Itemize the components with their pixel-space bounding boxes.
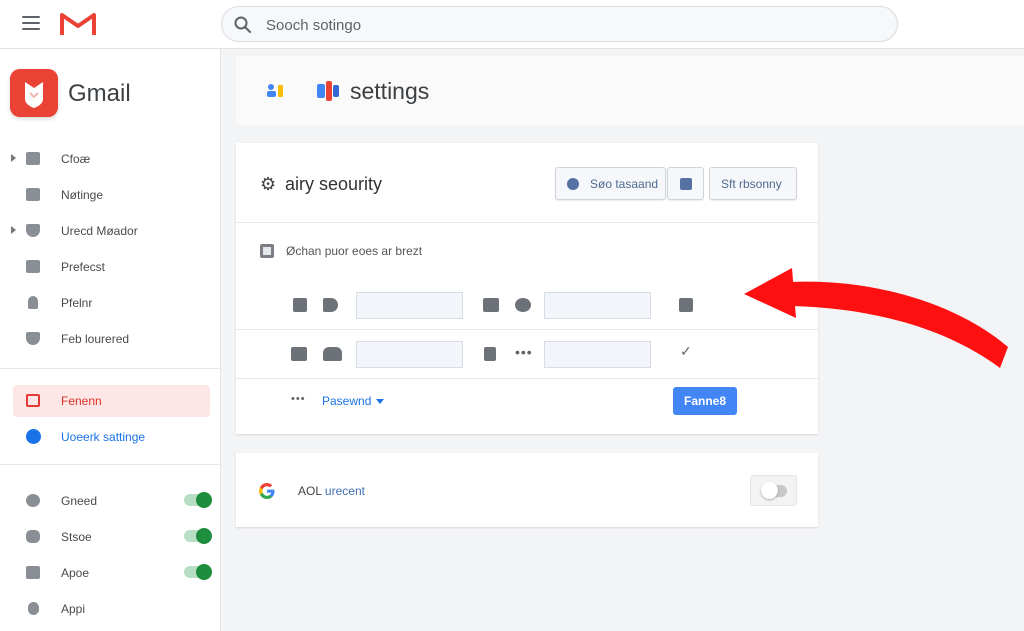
security-card: ⚙ airy seourity Søo tasaand Sft rbsonny …: [236, 143, 818, 434]
option-checkbox[interactable]: [260, 244, 274, 258]
account-label: AOL urecent: [298, 484, 365, 498]
storage-icon: [26, 530, 40, 543]
sidebar-toggle-row-1: Gneed: [0, 484, 221, 518]
annotation-arrow: [744, 268, 1008, 368]
inbox-icon: [26, 152, 40, 165]
security-options-button[interactable]: Sft rbsonny: [709, 167, 797, 200]
gear-icon: ⚙: [260, 174, 277, 194]
sidebar-item-4[interactable]: Prefecst: [0, 250, 221, 284]
sidebar-item-label: Stsoe: [61, 530, 92, 544]
expand-caret-icon[interactable]: [11, 226, 16, 234]
lock-icon: [484, 347, 496, 361]
brand-name: Gmail: [68, 80, 131, 107]
search-bar[interactable]: [221, 6, 898, 42]
sidebar-toggle-row-3: Apoe: [0, 556, 221, 590]
card-divider: [236, 378, 818, 379]
toggle-switch[interactable]: [184, 528, 212, 544]
settings-app-icon: [317, 81, 339, 101]
settings-icon: [567, 178, 579, 190]
sidebar-item-label: Fenenn: [61, 394, 102, 408]
sidebar-item-label: Appi: [61, 602, 86, 616]
section-title: airy seourity: [285, 174, 383, 194]
sidebar-item-label: Gneed: [61, 494, 98, 508]
more-icon[interactable]: •••: [515, 344, 533, 360]
button-label: Søo tasaand: [590, 177, 659, 191]
security-action-button[interactable]: Søo tasaand: [555, 167, 666, 200]
sidebar-item-2[interactable]: Nøtinge: [0, 178, 221, 212]
sidebar-toggle-row-2: Stsoe: [0, 520, 221, 554]
password-dropdown[interactable]: Pasewnd: [322, 394, 385, 408]
settings-icon: [26, 494, 40, 507]
key-icon: [680, 178, 692, 190]
input-field-3[interactable]: [356, 341, 463, 368]
expand-caret-icon[interactable]: [11, 154, 16, 162]
sidebar-item-6[interactable]: Feb lourered: [0, 322, 221, 356]
search-icon[interactable]: [234, 16, 252, 34]
sidebar-item-5[interactable]: Pfelnr: [0, 286, 221, 320]
google-icon: [26, 429, 41, 444]
sidebar-divider: [0, 368, 221, 369]
shield-icon: [26, 224, 40, 237]
security-icon: [26, 394, 40, 407]
key-button[interactable]: [667, 167, 704, 200]
sidebar-item-label: Pfelnr: [61, 296, 93, 310]
option-label: Øchan puor eoes ar brezt: [286, 244, 423, 258]
mail-icon: [26, 188, 40, 201]
card-divider: [236, 222, 818, 223]
chevron-down-icon: [376, 399, 385, 405]
card-divider: [236, 329, 818, 330]
sidebar-link-settings[interactable]: Uoeerk sattinge: [0, 420, 221, 454]
speaker-icon: [323, 298, 338, 312]
gmail-app-icon: [10, 69, 58, 117]
sidebar-item-1[interactable]: Cfoæ: [0, 142, 221, 176]
bug-icon: [515, 298, 531, 312]
sidebar-divider: [0, 464, 221, 465]
account-label-text: urecent: [324, 484, 365, 498]
account-label-prefix: AOL: [298, 484, 322, 498]
input-field-2[interactable]: [544, 292, 651, 319]
phone-icon: [293, 298, 307, 312]
card-icon: [26, 260, 40, 273]
page-title: settings: [350, 78, 430, 104]
account-card: AOL urecent: [236, 453, 818, 527]
accounts-icon[interactable]: [266, 83, 284, 97]
apps-icon: [26, 566, 40, 579]
sidebar: Gmail Cfoæ Nøtinge Urecd Møador Prefecst…: [0, 49, 221, 631]
sidebar-item-label: Prefecst: [61, 260, 106, 274]
check-icon: ✓: [680, 343, 692, 359]
password-link-label: Pasewnd: [322, 394, 372, 408]
network-icon: [483, 298, 499, 312]
device-icon: [28, 602, 39, 615]
calendar-icon: [291, 347, 307, 361]
sidebar-item-label: Cfoæ: [61, 152, 91, 166]
button-label: Sft rbsonny: [721, 177, 782, 191]
sidebar-item-label: Nøtinge: [61, 188, 104, 202]
sidebar-item-label: Feb lourered: [61, 332, 130, 346]
primary-action-button[interactable]: Fanne8: [673, 387, 737, 415]
top-bar: [0, 0, 1024, 49]
account-toggle-switch[interactable]: [750, 475, 797, 506]
input-field-1[interactable]: [356, 292, 463, 319]
search-input[interactable]: [266, 13, 866, 37]
sidebar-item-apps[interactable]: Appi: [0, 592, 221, 626]
sidebar-item-label: Apoe: [61, 566, 90, 580]
settings-header: settings: [236, 56, 1024, 125]
more-icon[interactable]: •••: [291, 393, 306, 405]
sidebar-item-3[interactable]: Urecd Møador: [0, 214, 221, 248]
document-icon: [679, 298, 693, 312]
people-icon: [323, 347, 342, 361]
person-icon: [28, 296, 38, 309]
sidebar-item-label: Uoeerk sattinge: [61, 430, 146, 444]
menu-icon[interactable]: [22, 16, 40, 30]
gmail-logo-icon[interactable]: [60, 11, 96, 37]
shield-icon: [26, 332, 40, 345]
input-field-4[interactable]: [544, 341, 651, 368]
toggle-switch[interactable]: [184, 492, 212, 508]
google-icon: [259, 483, 275, 499]
sidebar-item-security[interactable]: Fenenn: [13, 385, 210, 417]
sidebar-item-label: Urecd Møador: [61, 224, 138, 238]
toggle-switch[interactable]: [184, 564, 212, 580]
